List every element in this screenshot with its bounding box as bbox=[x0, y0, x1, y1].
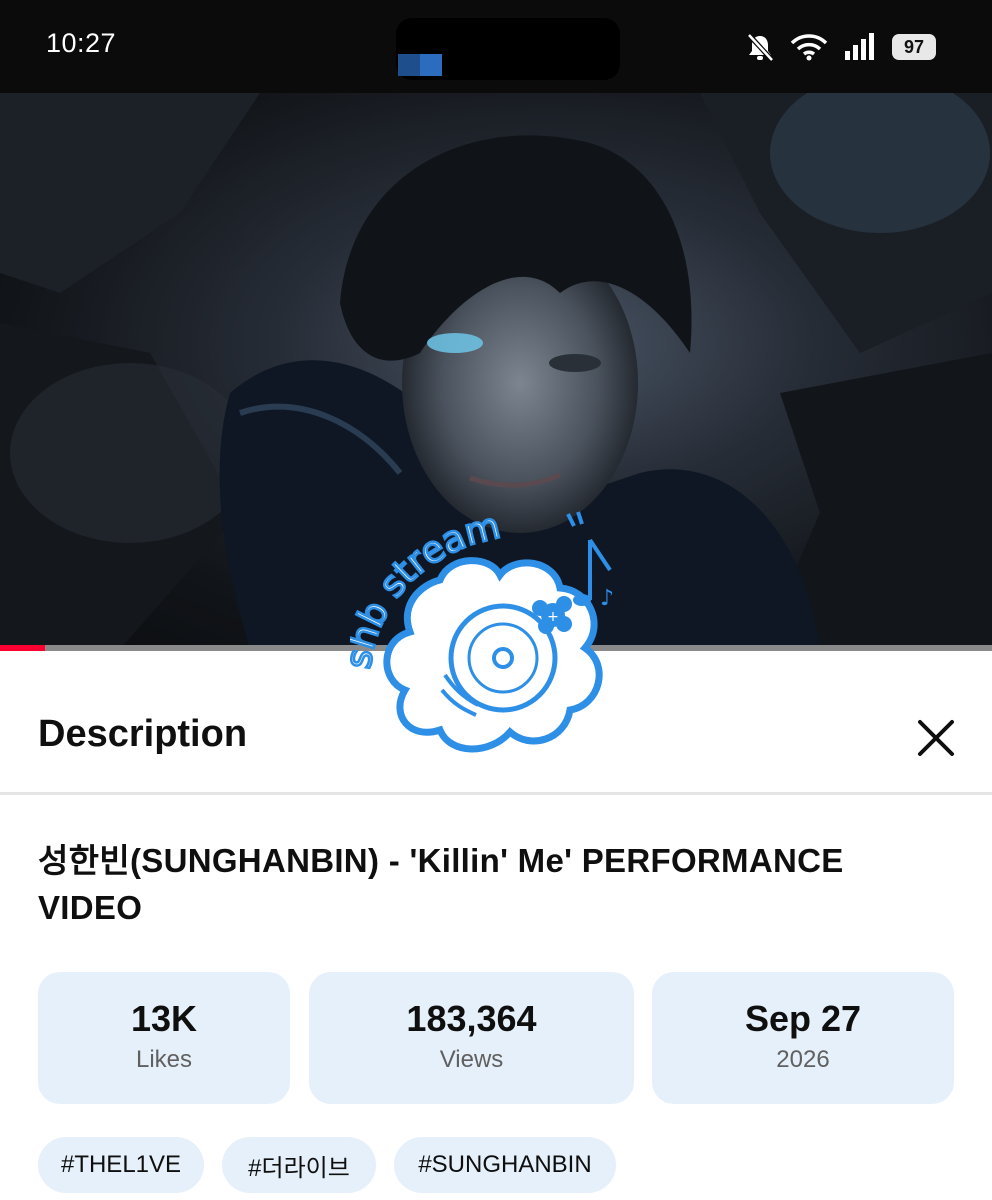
notch-pixel-block bbox=[398, 54, 420, 76]
views-label: Views bbox=[439, 1046, 504, 1073]
likes-label: Likes bbox=[135, 1046, 193, 1073]
battery-icon: 97 bbox=[892, 34, 936, 60]
upload-date-stat: Sep 27 2026 bbox=[652, 972, 954, 1104]
divider bbox=[0, 792, 992, 795]
video-title: 성한빈(SUNGHANBIN) - 'Killin' Me' PERFORMAN… bbox=[38, 842, 844, 926]
close-icon bbox=[918, 720, 954, 756]
views-stat: 183,364 Views bbox=[309, 972, 634, 1104]
bell-off-icon bbox=[746, 32, 774, 62]
hashtag-chip[interactable]: #THEL1VE bbox=[38, 1137, 204, 1193]
likes-count: 13K bbox=[130, 998, 198, 1039]
svg-text:+: + bbox=[547, 609, 559, 625]
signal-icon bbox=[844, 33, 876, 61]
status-icons: 97 bbox=[746, 30, 936, 64]
svg-text:♪: ♪ bbox=[600, 586, 614, 611]
status-time: 10:27 bbox=[46, 28, 117, 58]
shb-stream-sticker: + ♪ shb stream bbox=[337, 500, 630, 760]
likes-stat: 13K Likes bbox=[38, 972, 290, 1104]
views-count: 183,364 bbox=[406, 998, 537, 1039]
sheet-title: Description bbox=[38, 713, 248, 755]
hashtag-chip[interactable]: #더라이브 bbox=[222, 1137, 376, 1193]
status-bar: 10:27 97 bbox=[0, 0, 992, 93]
close-button[interactable] bbox=[912, 714, 960, 762]
upload-year: 2026 bbox=[776, 1046, 830, 1073]
upload-date: Sep 27 bbox=[744, 998, 862, 1039]
hashtag-chip[interactable]: #SUNGHANBIN bbox=[394, 1137, 616, 1193]
notch-pixel-block bbox=[420, 54, 442, 76]
wifi-icon bbox=[790, 33, 828, 61]
camera-notch bbox=[396, 18, 620, 80]
